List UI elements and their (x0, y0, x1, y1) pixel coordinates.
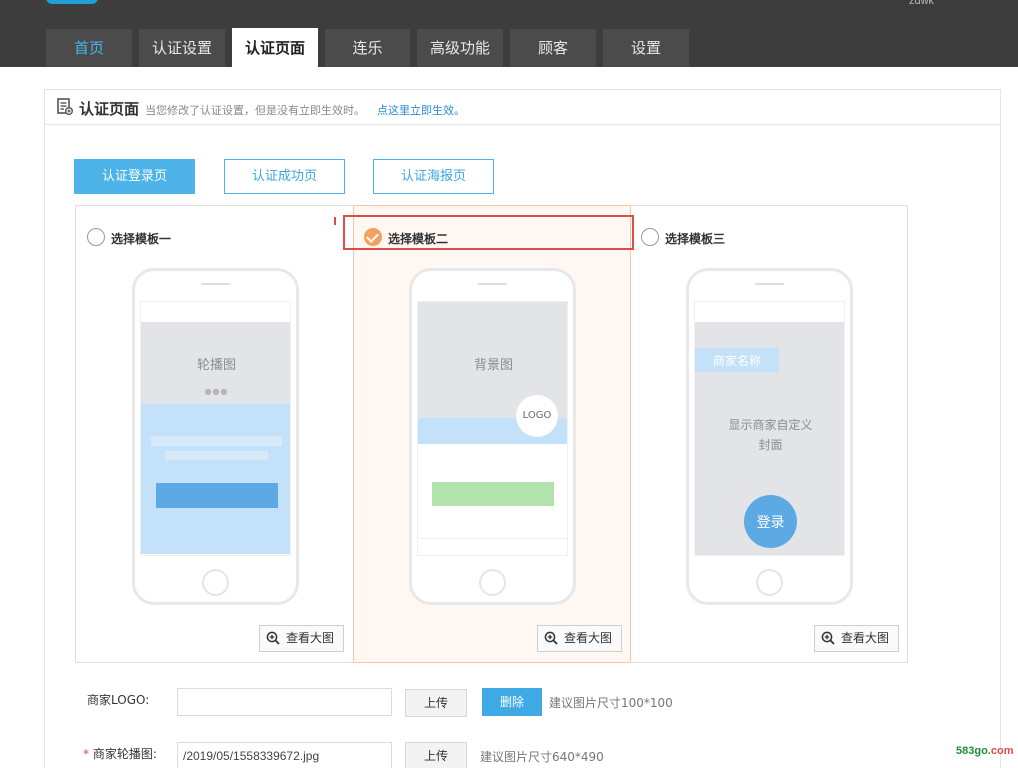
brand-logo[interactable] (46, 0, 98, 4)
template-one-phone: 轮播图 ●●● (132, 268, 299, 605)
connect-button-placeholder (432, 482, 554, 506)
cover-text-line1: 显示商家自定义 (728, 418, 813, 432)
page-title: 认证页面 (79, 100, 140, 118)
template-two-zoom-button[interactable]: 查看大图 (537, 625, 622, 652)
carousel-size-hint: 建议图片尺寸640*490 (480, 750, 604, 764)
template-one-screen: 轮播图 ●●● (140, 301, 291, 556)
logo-label: 商家LOGO: (87, 693, 150, 707)
apply-now-link[interactable]: 点这里立即生效。 (377, 102, 465, 118)
logo-size-hint: 建议图片尺寸100*100 (549, 696, 673, 710)
divider (418, 538, 567, 539)
top-navigation: zdwk 首页 认证设置 认证页面 连乐 高级功能 顾客 设置 (0, 0, 1018, 68)
template-three-label[interactable]: 选择模板三 (665, 230, 725, 247)
zoom-in-icon (821, 631, 835, 645)
tab-auth-settings[interactable]: 认证设置 (139, 29, 225, 67)
carousel-dots: ●●● (204, 387, 229, 396)
login-button-placeholder (156, 483, 278, 508)
login-area (141, 404, 290, 554)
document-icon (57, 98, 73, 115)
speaker (478, 283, 507, 285)
highlight-box (343, 215, 634, 250)
home-button (756, 569, 783, 596)
annotation-mark (334, 217, 336, 225)
check-icon[interactable] (364, 228, 382, 246)
tab-home[interactable]: 首页 (46, 29, 132, 67)
subtab-success-page[interactable]: 认证成功页 (224, 159, 345, 194)
carousel-input[interactable]: /2019/05/1558339672.jpg (177, 742, 392, 768)
panel-header: 认证页面 当您修改了认证设置，但是没有立即生效时。 点这里立即生效。 (45, 90, 1000, 125)
template-one-label[interactable]: 选择模板一 (111, 230, 171, 247)
logo-delete-button[interactable]: 删除 (482, 688, 542, 716)
carousel-label: * 商家轮播图: (83, 745, 157, 762)
tab-lianle[interactable]: 连乐 (325, 29, 410, 67)
watermark-main: 583go. (956, 745, 991, 757)
user-name[interactable]: zdwk (909, 0, 934, 7)
zoom-in-icon (266, 631, 280, 645)
zoom-label: 查看大图 (564, 631, 613, 645)
tab-auth-page[interactable]: 认证页面 (232, 28, 318, 68)
input-placeholder (151, 436, 282, 446)
tab-advanced[interactable]: 高级功能 (417, 29, 503, 67)
template-three-zoom-button[interactable]: 查看大图 (814, 625, 899, 652)
carousel-upload-button[interactable]: 上传 (405, 742, 467, 768)
logo-input[interactable] (177, 688, 392, 716)
tab-settings[interactable]: 设置 (603, 29, 689, 67)
logo-text: LOGO (522, 410, 552, 421)
template-two-phone: 背景图 LOGO (409, 268, 576, 605)
zoom-label: 查看大图 (286, 631, 335, 645)
zoom-label: 查看大图 (841, 631, 890, 645)
speaker (201, 283, 230, 285)
input-placeholder (165, 451, 268, 460)
banner-text: 轮播图 (196, 358, 236, 373)
template-two-screen: 背景图 LOGO (417, 301, 568, 556)
panel-note: 当您修改了认证设置，但是没有立即生效时。 (145, 104, 365, 117)
merchant-name: 商家名称 (712, 354, 761, 368)
home-button (202, 569, 229, 596)
home-button (479, 569, 506, 596)
subtab-login-page[interactable]: 认证登录页 (74, 159, 195, 194)
template-one-zoom-button[interactable]: 查看大图 (259, 625, 344, 652)
template-three-radio[interactable] (641, 228, 659, 246)
carousel-label-text: 商家轮播图: (92, 747, 157, 761)
template-three-screen: 商家名称 显示商家自定义 封面 登录 (694, 301, 845, 556)
cover-text-line2: 封面 (758, 438, 783, 452)
watermark-suffix: com (990, 745, 1014, 757)
template-three-phone: 商家名称 显示商家自定义 封面 登录 (686, 268, 853, 605)
background-text: 背景图 (473, 358, 513, 373)
required-mark: * (83, 747, 89, 761)
template-one-radio[interactable] (87, 228, 105, 246)
speaker (755, 283, 784, 285)
template-two-label[interactable]: 选择模板二 (388, 230, 448, 247)
subtab-poster-page[interactable]: 认证海报页 (373, 159, 494, 194)
logo-upload-button[interactable]: 上传 (405, 689, 467, 717)
tab-customers[interactable]: 顾客 (510, 29, 596, 67)
zoom-in-icon (544, 631, 558, 645)
login-text: 登录 (756, 515, 785, 531)
site-watermark: 583go.com (956, 745, 1013, 757)
